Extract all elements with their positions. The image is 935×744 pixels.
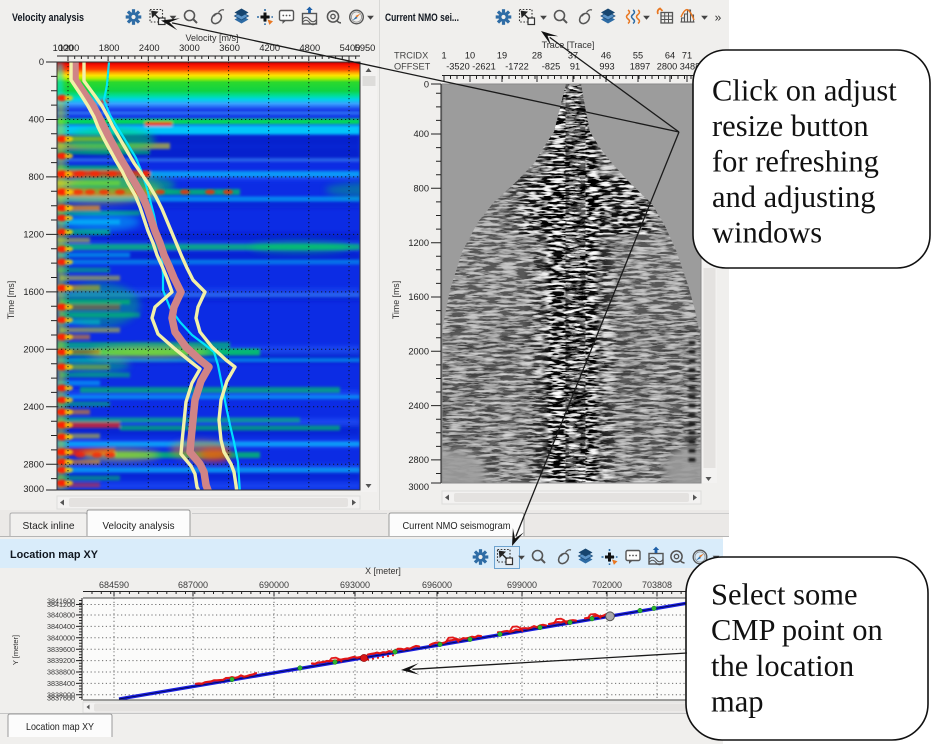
svg-text:and adjusting: and adjusting	[712, 180, 876, 214]
svg-text:2800: 2800	[657, 62, 677, 72]
svg-text:703808: 703808	[642, 580, 672, 590]
svg-text:1897: 1897	[630, 62, 650, 72]
svg-text:X [meter]: X [meter]	[365, 566, 401, 576]
svg-text:2000: 2000	[408, 347, 429, 357]
svg-text:71: 71	[682, 51, 692, 61]
svg-text:-1722: -1722	[505, 62, 529, 72]
svg-text:699000: 699000	[507, 580, 537, 590]
svg-text:Click on adjust: Click on adjust	[712, 74, 897, 108]
svg-text:the location: the location	[711, 649, 854, 683]
svg-text:TRCIDX: TRCIDX	[394, 51, 428, 61]
svg-text:2800: 2800	[23, 459, 44, 469]
svg-text:-2621: -2621	[472, 62, 496, 72]
svg-text:1: 1	[441, 51, 446, 61]
svg-text:0: 0	[39, 57, 44, 67]
svg-text:693000: 693000	[340, 580, 370, 590]
svg-text:windows: windows	[712, 216, 822, 250]
svg-text:3839600: 3839600	[47, 645, 75, 654]
svg-text:Current NMO seismogram: Current NMO seismogram	[403, 521, 511, 532]
svg-text:64: 64	[665, 51, 675, 61]
svg-text:Y [meter]: Y [meter]	[11, 635, 20, 665]
svg-text:Stack inline: Stack inline	[23, 521, 75, 532]
svg-text:3840800: 3840800	[47, 611, 75, 620]
svg-text:690000: 690000	[259, 580, 289, 590]
svg-text:702000: 702000	[592, 580, 622, 590]
svg-text:1200: 1200	[408, 238, 429, 248]
svg-text:Current NMO sei...: Current NMO sei...	[385, 12, 459, 24]
svg-text:46: 46	[601, 51, 611, 61]
svg-text:5950: 5950	[355, 43, 376, 53]
svg-text:1600: 1600	[408, 292, 429, 302]
svg-text:for refreshing: for refreshing	[712, 145, 879, 179]
svg-text:2400: 2400	[139, 43, 160, 53]
svg-text:800: 800	[413, 184, 429, 194]
svg-text:map: map	[711, 685, 764, 719]
svg-text:2400: 2400	[23, 402, 44, 412]
svg-text:3841200: 3841200	[47, 600, 75, 609]
svg-text:»: »	[715, 11, 722, 25]
svg-text:28: 28	[532, 51, 542, 61]
svg-text:1200: 1200	[23, 230, 44, 240]
svg-text:CMP point on: CMP point on	[711, 613, 883, 647]
svg-text:687000: 687000	[178, 580, 208, 590]
svg-text:684590: 684590	[99, 580, 129, 590]
svg-text:3838400: 3838400	[47, 679, 75, 688]
svg-text:3840000: 3840000	[47, 633, 75, 642]
svg-text:1600: 1600	[23, 287, 44, 297]
svg-text:resize button: resize button	[712, 109, 869, 143]
svg-text:993: 993	[599, 62, 614, 72]
svg-text:-825: -825	[542, 62, 560, 72]
svg-text:2800: 2800	[408, 455, 429, 465]
svg-text:Time [ms]: Time [ms]	[391, 281, 401, 319]
svg-text:OFFSET: OFFSET	[394, 62, 431, 72]
svg-text:3600: 3600	[219, 43, 240, 53]
svg-text:2400: 2400	[408, 401, 429, 411]
svg-text:3838800: 3838800	[47, 668, 75, 677]
svg-text:400: 400	[28, 115, 44, 125]
svg-text:Location map XY: Location map XY	[10, 549, 99, 561]
svg-text:1200: 1200	[59, 43, 80, 53]
svg-text:3000: 3000	[23, 484, 44, 494]
svg-text:800: 800	[28, 172, 44, 182]
svg-text:2000: 2000	[23, 345, 44, 355]
svg-text:400: 400	[413, 129, 429, 139]
svg-text:Velocity analysis: Velocity analysis	[103, 521, 175, 532]
svg-text:10: 10	[465, 51, 475, 61]
svg-text:1800: 1800	[99, 43, 120, 53]
svg-text:3839200: 3839200	[47, 656, 75, 665]
svg-text:-3520: -3520	[446, 62, 470, 72]
svg-text:55: 55	[633, 51, 643, 61]
svg-text:19: 19	[497, 51, 507, 61]
svg-text:3837600: 3837600	[47, 694, 75, 703]
svg-text:Velocity analysis: Velocity analysis	[12, 12, 84, 24]
svg-text:3840400: 3840400	[47, 622, 75, 631]
svg-text:3000: 3000	[408, 482, 429, 492]
svg-text:3000: 3000	[179, 43, 200, 53]
svg-text:696000: 696000	[422, 580, 452, 590]
svg-text:91: 91	[570, 62, 580, 72]
svg-text:Location map XY: Location map XY	[26, 722, 94, 733]
svg-text:0: 0	[424, 80, 429, 90]
svg-text:Select some: Select some	[711, 578, 858, 612]
svg-text:Time [ms]: Time [ms]	[6, 281, 16, 319]
svg-text:Velocity [m/s]: Velocity [m/s]	[185, 33, 238, 43]
